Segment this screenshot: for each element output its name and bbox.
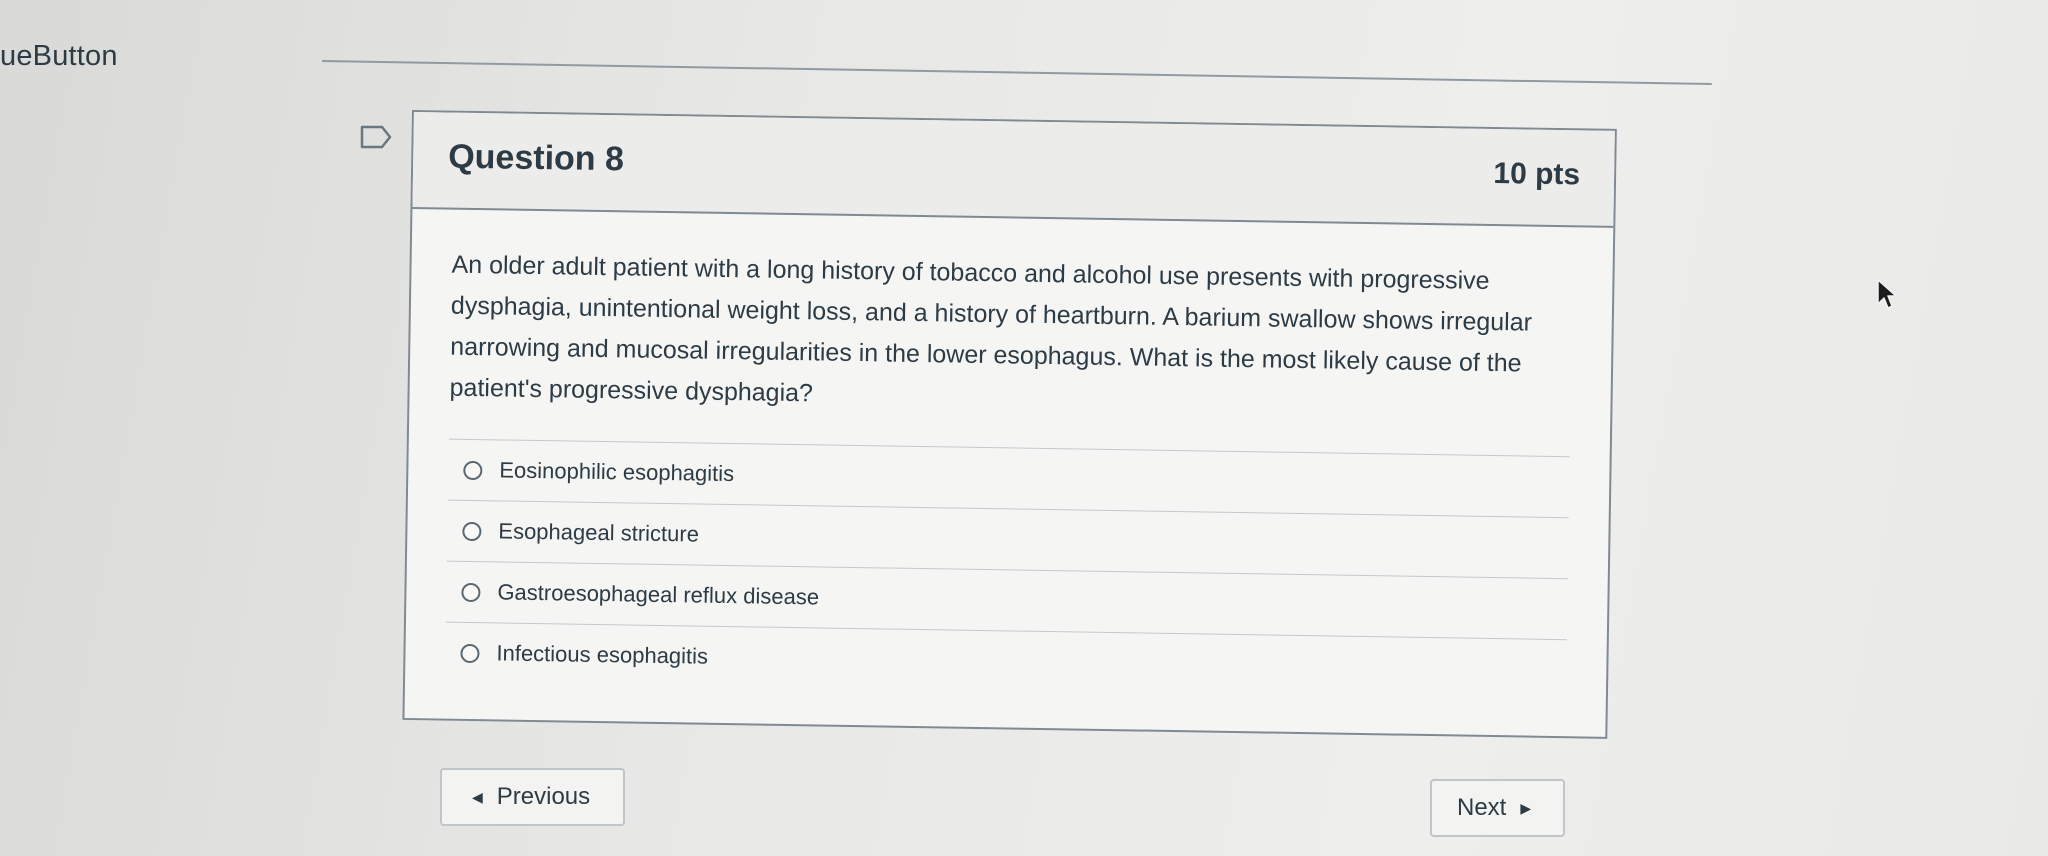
radio-button[interactable] xyxy=(460,643,480,663)
question-card: Question 8 10 pts An older adult patient… xyxy=(402,110,1617,739)
question-points: 10 pts xyxy=(1493,156,1581,192)
previous-label: Previous xyxy=(496,783,591,810)
next-button[interactable]: Next ▶ xyxy=(1430,779,1565,837)
radio-button[interactable] xyxy=(461,582,481,602)
question-header: Question 8 10 pts xyxy=(412,112,1615,228)
question-title: Question 8 xyxy=(447,137,625,179)
flag-question-icon[interactable] xyxy=(360,125,392,149)
question-text: An older adult patient with a long histo… xyxy=(449,250,1533,408)
radio-button[interactable] xyxy=(462,521,482,541)
top-label: ueButton xyxy=(0,40,118,72)
caret-left-icon: ◀ xyxy=(472,788,483,805)
answer-list: Eosinophilic esophagitis Esophageal stri… xyxy=(445,438,1570,701)
answer-label[interactable]: Eosinophilic esophagitis xyxy=(499,457,734,487)
answer-label[interactable]: Esophageal stricture xyxy=(498,518,699,547)
caret-right-icon: ▶ xyxy=(1520,799,1532,816)
radio-button[interactable] xyxy=(463,460,483,480)
answer-label[interactable]: Gastroesophageal reflux disease xyxy=(497,579,819,610)
next-label: Next xyxy=(1457,794,1507,821)
question-body: An older adult patient with a long histo… xyxy=(405,209,1613,701)
answer-label[interactable]: Infectious esophagitis xyxy=(496,640,708,669)
mouse-cursor-icon xyxy=(1877,279,1896,309)
top-divider xyxy=(321,60,1712,86)
previous-button[interactable]: ◀ Previous xyxy=(440,768,625,826)
